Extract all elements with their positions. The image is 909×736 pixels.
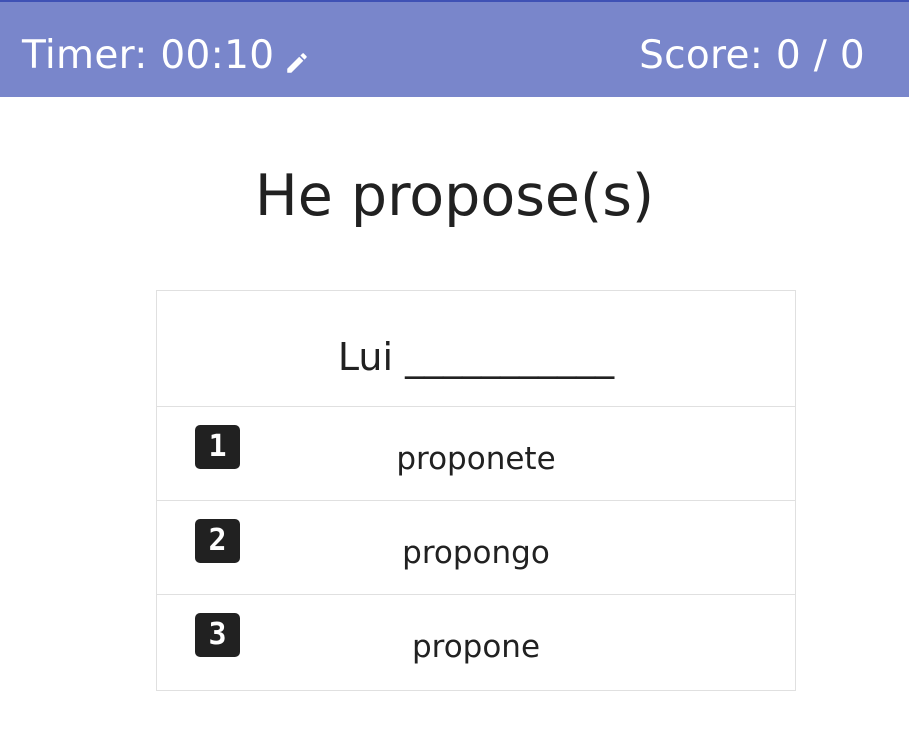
- sentence-prompt: Lui ___________: [157, 291, 795, 407]
- score: Score: 0 / 0: [639, 33, 865, 78]
- pencil-icon[interactable]: [284, 40, 310, 73]
- option-label: propone: [411, 629, 541, 665]
- option-1[interactable]: 1 proponete: [157, 407, 795, 501]
- option-label: proponete: [396, 441, 556, 477]
- top-bar: Timer: 00:10 Score: 0 / 0: [0, 0, 909, 97]
- timer-label: Timer: 00:10: [22, 33, 275, 78]
- answer-card: Lui ___________ 1 proponete 2 propongo 3…: [156, 290, 796, 691]
- question-title: He propose(s): [254, 163, 655, 229]
- option-label: propongo: [402, 535, 550, 571]
- option-2[interactable]: 2 propongo: [157, 501, 795, 595]
- timer: Timer: 00:10: [22, 32, 310, 80]
- option-3[interactable]: 3 propone: [157, 595, 795, 689]
